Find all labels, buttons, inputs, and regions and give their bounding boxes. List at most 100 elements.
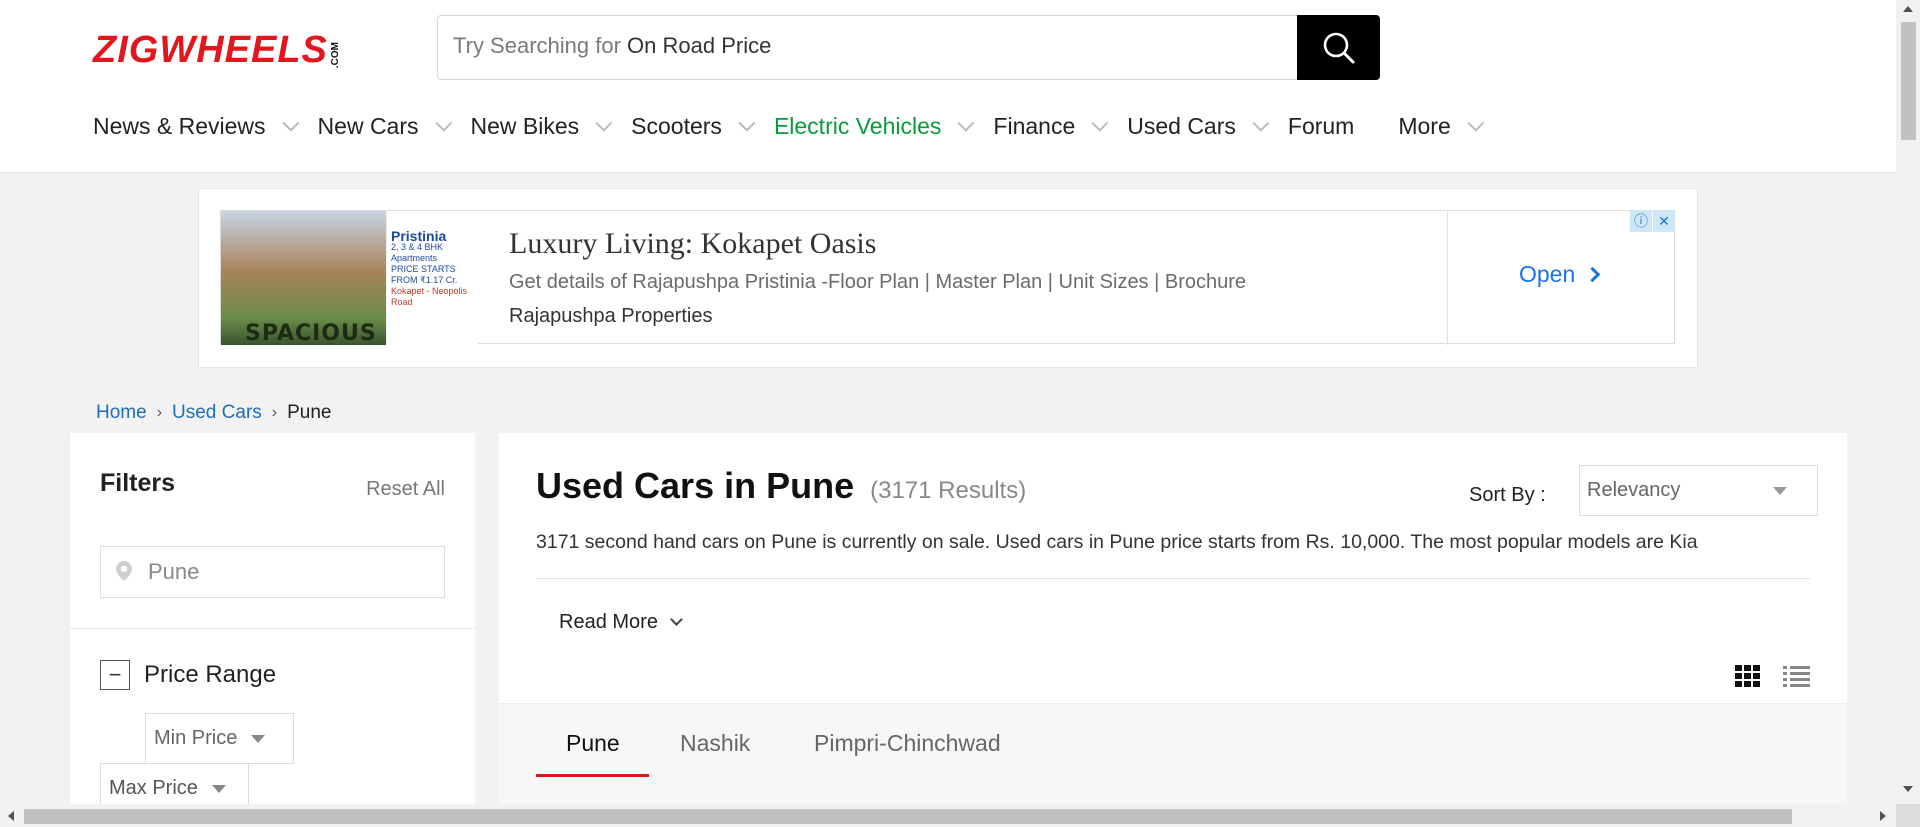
vertical-scrollbar[interactable] — [1896, 0, 1920, 804]
nav-item-label: New Bikes — [470, 112, 580, 139]
search-placeholder: Try Searching for — [453, 33, 621, 58]
dropdown-arrow-icon — [1773, 487, 1787, 495]
nav-item-more[interactable]: More — [1398, 112, 1485, 140]
city-tabs: Pune Nashik Pimpri-Chinchwad — [499, 703, 1847, 804]
breadcrumb-separator: › — [271, 404, 278, 421]
nav-item-new-cars[interactable]: New Cars — [318, 113, 452, 140]
chevron-down-icon[interactable] — [434, 114, 452, 132]
ad-advertiser[interactable]: Rajapushpa Properties — [509, 305, 712, 328]
search-bar[interactable]: Try Searching for On Road Price — [437, 15, 1380, 80]
tab-pimpri-chinchwad[interactable]: Pimpri-Chinchwad — [814, 730, 1001, 757]
main-nav: News & Reviews New Cars New Bikes Scoote… — [93, 110, 1503, 142]
search-input[interactable]: Try Searching for On Road Price — [453, 33, 771, 59]
max-price-select[interactable]: Max Price — [100, 763, 249, 804]
city-input[interactable]: Pune — [100, 546, 445, 598]
divider — [536, 578, 1810, 579]
grid-view-icon[interactable] — [1735, 665, 1760, 687]
filters-title: Filters — [100, 469, 176, 497]
logo-suffix: .COM — [329, 41, 341, 68]
ad-image-line: FROM ₹1.17 Cr. — [391, 275, 458, 285]
ad-open-button[interactable]: Open — [1519, 261, 1601, 288]
tab-nashik[interactable]: Nashik — [680, 730, 750, 757]
ad-image-caption: SPACIOUS — [245, 321, 377, 346]
nav-item-label: Electric Vehicles — [773, 112, 942, 139]
scroll-down-icon[interactable] — [1903, 786, 1913, 792]
scroll-up-icon[interactable] — [1903, 6, 1913, 12]
ad-image-line: Kokapet - Neopolis Road — [391, 286, 468, 307]
chevron-down-icon[interactable] — [738, 114, 756, 132]
results-count: (3171 Results) — [870, 477, 1027, 504]
dropdown-arrow-icon — [251, 734, 266, 743]
chevron-right-icon — [1584, 266, 1601, 283]
scroll-left-icon[interactable] — [8, 811, 14, 821]
ad-container: Pristinia 2, 3 & 4 BHK Apartments PRICE … — [198, 188, 1698, 368]
breadcrumb-separator: › — [156, 404, 163, 421]
ad-image-line: 2, 3 & 4 BHK — [391, 242, 444, 252]
ad-open-label: Open — [1519, 261, 1576, 287]
horizontal-scroll-thumb[interactable] — [24, 809, 1792, 824]
reset-all-button[interactable]: Reset All — [366, 478, 445, 501]
location-pin-icon — [116, 561, 132, 581]
ad-badges: ⓘ ✕ — [1629, 210, 1675, 232]
chevron-down-icon — [670, 613, 683, 626]
max-price-label: Max Price — [109, 777, 198, 799]
nav-item-scooters[interactable]: Scooters — [631, 113, 756, 140]
horizontal-scrollbar[interactable] — [0, 804, 1920, 827]
active-tab-indicator — [536, 774, 649, 777]
page-title: Used Cars in Pune (3171 Results) — [536, 465, 1026, 507]
nav-item-news-reviews[interactable]: News & Reviews — [93, 112, 299, 140]
page-title-text: Used Cars in Pune — [536, 465, 855, 506]
ad-banner[interactable]: Pristinia 2, 3 & 4 BHK Apartments PRICE … — [220, 210, 1675, 346]
chevron-down-icon[interactable] — [1252, 114, 1270, 132]
price-range-collapse-toggle[interactable]: − — [100, 660, 130, 690]
chevron-down-icon[interactable] — [1467, 114, 1485, 132]
min-price-select[interactable]: Min Price — [145, 713, 294, 764]
ad-title[interactable]: Luxury Living: Kokapet Oasis — [509, 227, 876, 261]
nav-item-used-cars[interactable]: Used Cars — [1127, 112, 1270, 140]
nav-item-label: More — [1398, 112, 1451, 139]
sort-select[interactable]: Relevancy — [1579, 465, 1818, 516]
search-icon — [1323, 32, 1354, 63]
nav-item-electric-vehicles[interactable]: Electric Vehicles — [773, 112, 975, 140]
list-view-icon[interactable] — [1783, 665, 1810, 687]
tab-pune[interactable]: Pune — [566, 730, 620, 757]
scroll-right-icon[interactable] — [1880, 811, 1886, 821]
chevron-down-icon[interactable] — [957, 114, 975, 132]
scrollbar-corner — [1896, 804, 1920, 827]
ad-close-icon[interactable]: ✕ — [1653, 210, 1675, 232]
ad-image[interactable]: Pristinia 2, 3 & 4 BHK Apartments PRICE … — [221, 211, 478, 346]
logo-text: ZIGWHEELS — [93, 29, 328, 71]
breadcrumb: Home › Used Cars › Pune — [96, 402, 331, 424]
site-header: ZIGWHEELS .COM Try Searching for On Road… — [0, 0, 1896, 173]
zigwheels-logo[interactable]: ZIGWHEELS .COM — [93, 30, 341, 70]
filters-panel: Filters Reset All Pune − Price Range Min… — [70, 433, 475, 804]
ad-image-text: Pristinia 2, 3 & 4 BHK Apartments PRICE … — [391, 228, 478, 308]
nav-item-label: Used Cars — [1127, 112, 1236, 139]
nav-item-new-bikes[interactable]: New Bikes — [470, 112, 613, 140]
page: ZIGWHEELS .COM Try Searching for On Road… — [0, 0, 1896, 804]
sort-label: Sort By : — [1469, 484, 1546, 506]
divider — [70, 628, 475, 629]
search-button[interactable] — [1297, 15, 1380, 80]
nav-item-label: Forum — [1287, 112, 1355, 139]
breadcrumb-current: Pune — [287, 402, 332, 423]
vertical-scroll-thumb[interactable] — [1901, 22, 1916, 140]
ad-image-heading: Pristinia — [391, 228, 447, 244]
breadcrumb-home[interactable]: Home — [96, 402, 147, 424]
chevron-down-icon[interactable] — [595, 114, 613, 132]
chevron-down-icon[interactable] — [281, 114, 299, 132]
chevron-down-icon[interactable] — [1091, 114, 1109, 132]
min-price-label: Min Price — [154, 727, 238, 749]
nav-item-forum[interactable]: Forum — [1288, 113, 1354, 140]
search-suggestion: On Road Price — [627, 33, 772, 58]
ad-info-icon[interactable]: ⓘ — [1630, 210, 1652, 232]
ad-divider — [1447, 211, 1448, 345]
ad-description[interactable]: Get details of Rajapushpa Pristinia -Flo… — [509, 271, 1246, 294]
read-more-button[interactable]: Read More — [559, 611, 683, 634]
price-range-title[interactable]: Price Range — [144, 661, 276, 689]
nav-item-label: News & Reviews — [93, 112, 266, 139]
sort-value: Relevancy — [1587, 479, 1681, 501]
breadcrumb-used-cars[interactable]: Used Cars — [172, 402, 262, 424]
nav-item-finance[interactable]: Finance — [993, 113, 1109, 140]
ad-image-line: Apartments — [391, 253, 438, 263]
